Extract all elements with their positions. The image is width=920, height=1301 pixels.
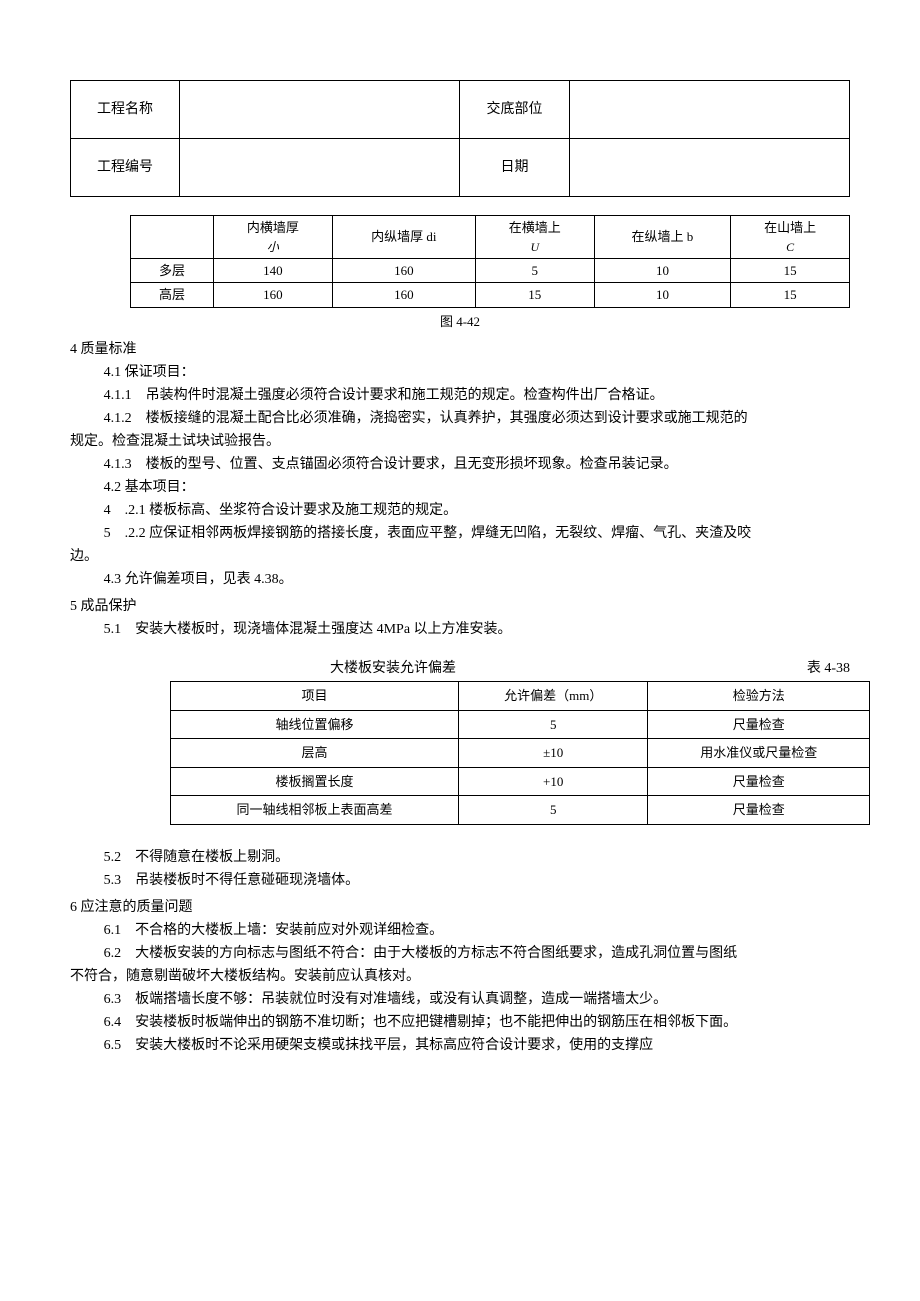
tolerance-table-number: 表 4-38 (807, 658, 850, 679)
sec4-412b: 规定。检查混凝土试块试验报告。 (70, 431, 850, 452)
t1-head-c3-l1: 在横墙上 (482, 218, 588, 238)
header-label-project-number: 工程编号 (71, 139, 180, 197)
t1-r0-v3: 10 (594, 258, 731, 283)
header-label-project-name: 工程名称 (71, 81, 180, 139)
t1-r1-v3: 10 (594, 283, 731, 308)
tol-r2-c2: 尺量检查 (648, 767, 870, 796)
t1-r1-v4: 15 (731, 283, 850, 308)
t1-r0-v0: 140 (214, 258, 333, 283)
sec4-422a: 5 .2.2 应保证相邻两板焊接钢筋的搭接长度，表面应平整，焊缝无凹陷，无裂纹、… (70, 523, 850, 544)
tol-r2-c1: +10 (458, 767, 648, 796)
section-4: 4 质量标准 4.1 保证项目： 4.1.1 吊装构件时混凝土强度必须符合设计要… (70, 339, 850, 590)
t1-r1-v2: 15 (475, 283, 594, 308)
tolerance-title: 大楼板安装允许偏差 (330, 658, 456, 679)
t1-head-c5: 在山墙上 C (731, 216, 850, 259)
t1-r1-label: 高层 (131, 283, 214, 308)
tol-head-2: 检验方法 (648, 682, 870, 711)
t1-head-c3-l2: U (482, 238, 588, 256)
table1-caption: 图 4-42 (70, 312, 850, 332)
sec5-51: 5.1 安装大楼板时，现浇墙体混凝土强度达 4MPa 以上方准安装。 (70, 619, 850, 640)
t1-head-c3: 在横墙上 U (475, 216, 594, 259)
header-label-date: 日期 (460, 139, 569, 197)
t1-head-c1-l2: 小 (220, 238, 326, 256)
t1-r0-label: 多层 (131, 258, 214, 283)
tol-r0-c1: 5 (458, 710, 648, 739)
sec5-52: 5.2 不得随意在楼板上剔洞。 (70, 847, 850, 868)
table-row: 楼板搁置长度 +10 尺量检查 (171, 767, 870, 796)
t1-head-c2: 内纵墙厚 di (332, 216, 475, 259)
t1-r1-v1: 160 (332, 283, 475, 308)
tolerance-table: 项目 允许偏差（mm） 检验方法 轴线位置偏移 5 尺量检查 层高 ±10 用水… (170, 681, 870, 825)
tol-r3-c1: 5 (458, 796, 648, 825)
table-row: 高层 160 160 15 10 15 (131, 283, 850, 308)
tol-r1-c0: 层高 (171, 739, 459, 768)
sec4-41: 4.1 保证项目： (70, 362, 850, 383)
tol-head-1: 允许偏差（mm） (458, 682, 648, 711)
sec5-title: 5 成品保护 (70, 596, 850, 617)
sec4-421: 4 .2.1 楼板标高、坐浆符合设计要求及施工规范的规定。 (70, 500, 850, 521)
tol-r3-c2: 尺量检查 (648, 796, 870, 825)
t1-r0-v1: 160 (332, 258, 475, 283)
sec4-411: 4.1.1 吊装构件时混凝土强度必须符合设计要求和施工规范的规定。检查构件出厂合… (70, 385, 850, 406)
section-6: 6 应注意的质量问题 6.1 不合格的大楼板上墙：安装前应对外观详细检查。 6.… (70, 897, 850, 1056)
sec4-42: 4.2 基本项目： (70, 477, 850, 498)
t1-head-c4-text: 在纵墙上 b (632, 229, 694, 244)
t1-head-c5-l1: 在山墙上 (737, 218, 843, 238)
t1-r0-v2: 5 (475, 258, 594, 283)
tolerance-block: 大楼板安装允许偏差 表 4-38 项目 允许偏差（mm） 检验方法 轴线位置偏移… (170, 658, 870, 825)
table-row: 多层 140 160 5 10 15 (131, 258, 850, 283)
sec6-64: 6.4 安装楼板时板端伸出的钢筋不准切断；也不应把键槽剔掉；也不能把伸出的钢筋压… (70, 1012, 850, 1033)
t1-head-c5-l2: C (737, 238, 843, 256)
sec6-61: 6.1 不合格的大楼板上墙：安装前应对外观详细检查。 (70, 920, 850, 941)
tol-r0-c2: 尺量检查 (648, 710, 870, 739)
sec4-title: 4 质量标准 (70, 339, 850, 360)
table-row: 轴线位置偏移 5 尺量检查 (171, 710, 870, 739)
sec5-53: 5.3 吊装楼板时不得任意碰砸现浇墙体。 (70, 870, 850, 891)
tol-r1-c1: ±10 (458, 739, 648, 768)
sec6-title: 6 应注意的质量问题 (70, 897, 850, 918)
t1-head-c1-l1: 内横墙厚 (220, 218, 326, 238)
t1-head-c1: 内横墙厚 小 (214, 216, 333, 259)
header-value-date (569, 139, 849, 197)
sec6-65: 6.5 安装大楼板时不论采用硬架支模或抹找平层，其标高应符合设计要求，使用的支撑… (70, 1035, 850, 1056)
sec4-422b: 边。 (70, 546, 850, 567)
sec4-413: 4.1.3 楼板的型号、位置、支点锚固必须符合设计要求，且无变形损坏现象。检查吊… (70, 454, 850, 475)
sec6-63: 6.3 板端搭墙长度不够：吊装就位时没有对准墙线，或没有认真调整，造成一端搭墙太… (70, 989, 850, 1010)
tol-r2-c0: 楼板搁置长度 (171, 767, 459, 796)
tol-r1-c2: 用水准仪或尺量检查 (648, 739, 870, 768)
header-label-location: 交底部位 (460, 81, 569, 139)
header-value-project-name (180, 81, 460, 139)
table-row: 同一轴线相邻板上表面高差 5 尺量检查 (171, 796, 870, 825)
sec6-62a: 6.2 大楼板安装的方向标志与图纸不符合：由于大楼板的方标志不符合图纸要求，造成… (70, 943, 850, 964)
sec4-412a: 4.1.2 楼板接缝的混凝土配合比必须准确，浇捣密实，认真养护，其强度必须达到设… (70, 408, 850, 429)
tol-r3-c0: 同一轴线相邻板上表面高差 (171, 796, 459, 825)
section-5: 5 成品保护 5.1 安装大楼板时，现浇墙体混凝土强度达 4MPa 以上方准安装… (70, 596, 850, 640)
t1-head-blank (131, 216, 214, 259)
sec6-62b: 不符合，随意剔凿破坏大楼板结构。安装前应认真核对。 (70, 966, 850, 987)
t1-head-c2-text: 内纵墙厚 di (371, 229, 436, 244)
t1-r0-v4: 15 (731, 258, 850, 283)
t1-r1-v0: 160 (214, 283, 333, 308)
header-value-location (569, 81, 849, 139)
header-table: 工程名称 交底部位 工程编号 日期 (70, 80, 850, 197)
t1-head-c4: 在纵墙上 b (594, 216, 731, 259)
sec4-43: 4.3 允许偏差项目，见表 4.38。 (70, 569, 850, 590)
wall-thickness-table: 内横墙厚 小 内纵墙厚 di 在横墙上 U 在纵墙上 b 在山墙上 C 多层 1… (130, 215, 850, 308)
section-5b: 5.2 不得随意在楼板上剔洞。 5.3 吊装楼板时不得任意碰砸现浇墙体。 (70, 847, 850, 891)
tol-r0-c0: 轴线位置偏移 (171, 710, 459, 739)
tol-head-0: 项目 (171, 682, 459, 711)
header-value-project-number (180, 139, 460, 197)
table-row: 层高 ±10 用水准仪或尺量检查 (171, 739, 870, 768)
